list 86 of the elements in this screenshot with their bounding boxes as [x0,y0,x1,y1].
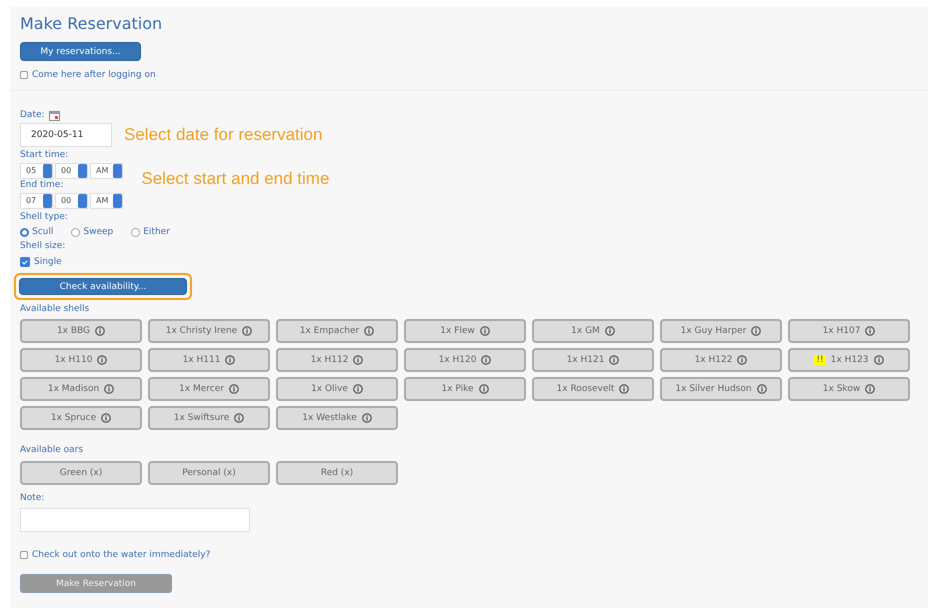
info-icon [101,413,112,423]
info-icon [604,326,615,336]
info-icon [865,384,876,394]
shell-button[interactable]: 1x Madison [20,377,142,401]
shell-button[interactable]: 1x Guy Harper [660,319,782,343]
oar-button[interactable]: Green (x) [20,461,142,485]
info-icon [480,326,490,336]
calendar-icon[interactable] [48,110,60,120]
warning-badge: !! [814,355,826,365]
shell-button[interactable]: 1x H111 [148,348,270,372]
info-icon [756,384,767,394]
shell-button[interactable]: 1x Westlake [276,406,398,430]
shell-button[interactable]: 1x Christy Irene [148,319,270,343]
info-icon [95,326,106,336]
page-title: Make Reservation [20,15,164,33]
info-icon [478,384,489,394]
shell-button[interactable]: 1x H120 [404,348,526,372]
shell-button[interactable]: 1x Roosevelt [532,377,654,401]
ampm-select[interactable]: AM [90,193,124,209]
shell-button[interactable]: 1x Spruce [20,406,142,430]
shell-button[interactable]: 1x H122 [660,348,782,372]
info-icon [228,384,239,394]
shell-button[interactable]: 1x Flew [404,319,526,343]
note-label: Note: [20,492,46,505]
info-icon [352,384,363,394]
shell-button[interactable]: 1x H121 [532,348,654,372]
check-availability-button[interactable]: Check availability... [19,278,187,295]
info-icon [874,355,884,365]
checkbox-label: Come here after logging on [32,70,156,80]
hour-select[interactable]: 05 [20,163,53,179]
radio-button[interactable] [71,228,80,236]
shell-button[interactable]: 1x Olive [276,377,398,401]
shell-button[interactable]: 1x GM [532,319,654,343]
info-icon [364,326,374,336]
section-label: Available shells [20,303,90,316]
oar-button[interactable]: Red (x) [276,461,398,485]
info-icon [242,326,252,336]
shell-button[interactable]: 1x H107 [788,319,910,343]
oar-button[interactable]: Personal (x) [148,461,270,485]
info-icon [619,384,630,394]
shell-button[interactable]: 1x Swiftsure [148,406,270,430]
shell-button[interactable]: 1x Pike [404,377,526,401]
shell-type-label: Shell type: [20,211,69,224]
info-icon [104,384,114,394]
shell-button[interactable]: 1x Mercer [148,377,270,401]
info-icon [609,355,620,365]
info-icon [362,413,372,423]
checkbox-label: Check out onto the water immediately? [32,550,210,560]
shell-button[interactable]: 1x H110 [20,348,142,372]
radio-label: Scull [32,227,54,237]
annotation-text: Select date for reservation [124,125,322,145]
info-icon [97,355,108,365]
checkbox-label: Single [34,257,62,267]
checkbox[interactable] [20,257,30,267]
info-icon [353,355,364,365]
my-reservations-button[interactable]: My reservations... [20,42,141,61]
date-label: Date: [20,109,45,122]
shell-button[interactable]: 1x Silver Hudson [660,377,782,401]
radio-button[interactable] [20,228,29,236]
shell-button[interactable]: 1x Skow [788,377,910,401]
time-label: End time: [20,179,64,192]
section-label: Available oars [20,444,84,457]
info-icon [481,355,492,365]
hour-select[interactable]: 07 [20,193,53,209]
minute-select[interactable]: 00 [55,163,88,179]
radio-label: Either [143,227,170,237]
info-icon [234,413,244,423]
info-icon [865,326,876,336]
shell-button[interactable]: 1x Empacher [276,319,398,343]
note-field[interactable] [20,508,250,532]
radio-button[interactable] [131,228,140,236]
ampm-select[interactable]: AM [90,163,124,179]
info-icon [751,326,762,336]
date-field[interactable]: 2020-05-11 [20,123,112,147]
info-icon [225,355,236,365]
shell-size-label: Shell size: [20,240,66,253]
info-icon [737,355,748,365]
checkbox[interactable] [20,551,28,559]
annotation-text: Select start and end time [141,169,330,190]
radio-label: Sweep [83,227,114,237]
time-label: Start time: [20,149,70,162]
checkbox[interactable] [20,71,28,79]
shell-button[interactable]: 1x H112 [276,348,398,372]
shell-button[interactable]: !! 1x H123 [788,348,910,372]
shell-button[interactable]: 1x BBG [20,319,142,343]
minute-select[interactable]: 00 [55,193,88,209]
